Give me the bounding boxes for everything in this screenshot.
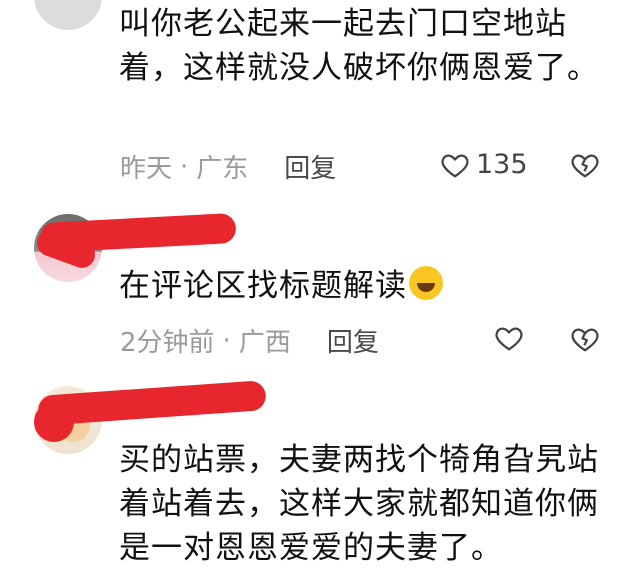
broken-heart-icon: [570, 150, 600, 180]
dislike-button[interactable]: [570, 150, 600, 180]
heart-icon: [494, 323, 524, 353]
like-count: 135: [476, 149, 528, 180]
like-button[interactable]: 135: [440, 149, 528, 180]
comment-text: 在评论区找标题解读: [119, 264, 619, 308]
heart-icon: [440, 150, 470, 180]
comment-meta: 昨天 · 广东 回复: [120, 148, 336, 185]
meta-separator: ·: [222, 325, 231, 356]
comment-time: 昨天: [120, 154, 173, 184]
avatar[interactable]: [34, 0, 102, 30]
dislike-button[interactable]: [570, 324, 600, 354]
meta-separator: ·: [180, 151, 189, 182]
comment-text: 叫你老公起来一起去门口空地站着，这样就没人破坏你俩恩爱了。: [119, 6, 599, 86]
comment-location: 广东: [196, 154, 249, 184]
broken-heart-icon: [570, 324, 600, 354]
comment-text: 买的站票，夫妻两找个犄角旮旯站着站着去，这样大家就都知道你俩是一对恩恩爱爱的夫妻…: [119, 442, 599, 566]
comment-time: 2分钟前: [120, 328, 215, 358]
comment-location: 广西: [238, 328, 291, 358]
like-button[interactable]: [494, 323, 524, 353]
comment-text-body: 在评论区找标题解读: [119, 268, 407, 304]
laughing-crying-emoji-icon: [409, 266, 443, 300]
comment-meta: 2分钟前 · 广西 回复: [120, 322, 379, 359]
reply-button[interactable]: 回复: [284, 148, 336, 185]
reply-button[interactable]: 回复: [327, 322, 379, 359]
